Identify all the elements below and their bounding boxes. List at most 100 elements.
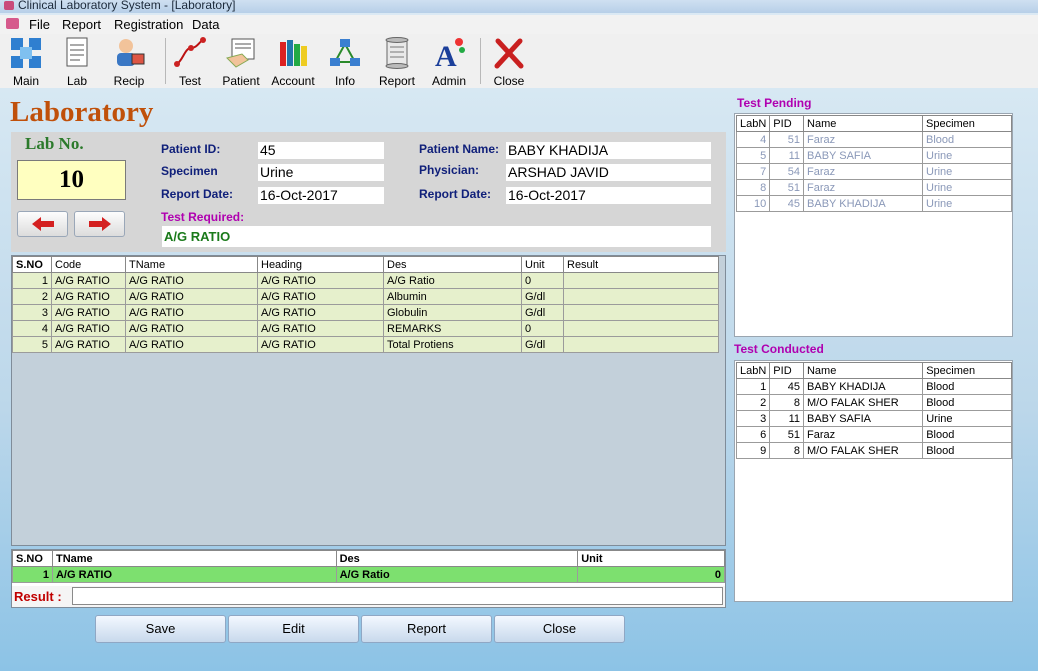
toolbar-recip-button[interactable]: Recip bbox=[105, 36, 153, 88]
table-cell[interactable] bbox=[563, 272, 719, 289]
table-cell[interactable]: A/G RATIO bbox=[125, 320, 258, 337]
table-cell[interactable]: 5 bbox=[735, 147, 771, 164]
specimen-field[interactable]: Urine bbox=[258, 164, 384, 181]
table-cell[interactable]: 8 bbox=[769, 394, 804, 411]
column-header[interactable]: PID bbox=[769, 362, 804, 379]
table-cell[interactable]: 51 bbox=[769, 426, 804, 443]
column-header[interactable]: Unit bbox=[577, 550, 725, 567]
report-date2-field[interactable]: 16-Oct-2017 bbox=[506, 187, 711, 204]
table-cell[interactable]: 9 bbox=[735, 442, 771, 459]
toolbar-patient-button[interactable]: Patient bbox=[217, 36, 265, 88]
column-header[interactable]: S.NO bbox=[12, 256, 52, 273]
test-required-field[interactable]: A/G RATIO bbox=[162, 226, 711, 247]
column-header[interactable]: TName bbox=[51, 550, 337, 567]
table-cell[interactable]: Globulin bbox=[383, 304, 522, 321]
table-row[interactable]: 1 A/G RATIO A/G RATIO A/G RATIO A/G Ratio 0 bbox=[12, 272, 719, 289]
table-row[interactable]: 2 A/G RATIO A/G RATIO A/G RATIO Albumin G/dl bbox=[12, 288, 719, 305]
table-cell[interactable]: Total Protiens bbox=[383, 336, 522, 353]
table-cell[interactable]: Blood bbox=[922, 442, 1012, 459]
toolbar-main-button[interactable]: Main bbox=[2, 36, 50, 88]
table-cell[interactable]: A/G RATIO bbox=[125, 304, 258, 321]
table-cell[interactable]: 0 bbox=[521, 320, 564, 337]
column-header[interactable]: Des bbox=[383, 256, 522, 273]
table-row[interactable]: 3 A/G RATIO A/G RATIO A/G RATIO Globulin G/dl bbox=[12, 304, 719, 321]
column-header[interactable]: Name bbox=[803, 115, 923, 132]
table-cell[interactable]: 1 bbox=[12, 566, 53, 583]
toolbar-admin-button[interactable]: A Admin bbox=[425, 36, 473, 88]
table-row[interactable]: 4 A/G RATIO A/G RATIO A/G RATIO REMARKS 0 bbox=[12, 320, 719, 337]
table-cell[interactable]: 51 bbox=[769, 131, 805, 148]
table-cell[interactable]: A/G RATIO bbox=[51, 320, 126, 337]
table-cell[interactable]: 11 bbox=[769, 147, 805, 164]
table-cell[interactable]: A/G Ratio bbox=[335, 566, 579, 583]
result-input[interactable] bbox=[72, 587, 723, 605]
table-cell[interactable]: Urine bbox=[922, 195, 1012, 212]
report-button[interactable]: Report bbox=[361, 615, 492, 643]
column-header[interactable]: LabN bbox=[735, 115, 771, 132]
table-cell[interactable]: A/G Ratio bbox=[383, 272, 522, 289]
table-cell[interactable]: 1 bbox=[12, 272, 52, 289]
table-cell[interactable]: 4 bbox=[735, 131, 771, 148]
table-cell[interactable]: A/G RATIO bbox=[257, 336, 384, 353]
toolbar-info-button[interactable]: Info bbox=[321, 36, 369, 88]
table-cell[interactable]: A/G RATIO bbox=[51, 304, 126, 321]
table-cell[interactable]: 51 bbox=[769, 179, 805, 196]
table-cell[interactable]: 2 bbox=[12, 288, 52, 305]
table-cell[interactable]: BABY SAFIA bbox=[803, 147, 923, 164]
column-header[interactable]: Code bbox=[51, 256, 126, 273]
table-cell[interactable]: Urine bbox=[922, 163, 1012, 180]
column-header[interactable]: PID bbox=[769, 115, 805, 132]
save-button[interactable]: Save bbox=[95, 615, 226, 643]
toolbar-report-button[interactable]: Report bbox=[373, 36, 421, 88]
table-cell[interactable]: A/G RATIO bbox=[125, 336, 258, 353]
table-cell[interactable]: A/G RATIO bbox=[257, 272, 384, 289]
table-cell[interactable]: Faraz bbox=[803, 163, 923, 180]
patient-id-field[interactable]: 45 bbox=[258, 142, 384, 159]
column-header[interactable]: Specimen bbox=[922, 362, 1012, 379]
menu-report[interactable]: Report bbox=[62, 17, 101, 32]
menu-registration[interactable]: Registration bbox=[114, 17, 183, 32]
table-cell[interactable]: 3 bbox=[735, 410, 771, 427]
table-cell[interactable]: Faraz bbox=[803, 179, 923, 196]
table-cell[interactable]: Faraz bbox=[803, 131, 923, 148]
list-item[interactable]: 2 8 M/O FALAK SHER Blood bbox=[735, 394, 1012, 411]
table-cell[interactable] bbox=[563, 288, 719, 305]
toolbar-lab-button[interactable]: Lab bbox=[53, 36, 101, 88]
close-button[interactable]: Close bbox=[494, 615, 625, 643]
table-cell[interactable]: REMARKS bbox=[383, 320, 522, 337]
table-cell[interactable]: Urine bbox=[922, 147, 1012, 164]
list-item[interactable]: 9 8 M/O FALAK SHER Blood bbox=[735, 442, 1012, 459]
list-item[interactable]: 3 11 BABY SAFIA Urine bbox=[735, 410, 1012, 427]
table-cell[interactable]: A/G RATIO bbox=[125, 288, 258, 305]
table-cell[interactable]: 5 bbox=[12, 336, 52, 353]
table-cell[interactable]: A/G RATIO bbox=[51, 288, 126, 305]
table-cell[interactable]: A/G RATIO bbox=[51, 336, 126, 353]
table-cell[interactable]: Faraz bbox=[802, 426, 924, 443]
table-cell[interactable]: 0 bbox=[521, 272, 564, 289]
table-cell[interactable] bbox=[563, 320, 719, 337]
table-row[interactable]: 5 A/G RATIO A/G RATIO A/G RATIO Total Protie… bbox=[12, 336, 719, 353]
table-cell[interactable]: 45 bbox=[769, 378, 804, 395]
menu-file[interactable]: File bbox=[29, 17, 50, 32]
column-header[interactable]: S.NO bbox=[12, 550, 53, 567]
table-cell[interactable]: BABY SAFIA bbox=[802, 410, 924, 427]
toolbar-account-button[interactable]: Account bbox=[269, 36, 317, 88]
column-header[interactable]: Des bbox=[335, 550, 579, 567]
column-header[interactable]: Heading bbox=[257, 256, 384, 273]
table-cell[interactable]: 6 bbox=[735, 426, 771, 443]
list-item[interactable]: 10 45 BABY KHADIJA Urine bbox=[735, 195, 1012, 212]
table-cell[interactable]: Urine bbox=[922, 179, 1012, 196]
column-header[interactable]: Name bbox=[802, 362, 924, 379]
table-cell[interactable]: 45 bbox=[769, 195, 805, 212]
table-cell[interactable]: 1 bbox=[735, 378, 771, 395]
table-cell[interactable]: M/O FALAK SHER bbox=[802, 394, 924, 411]
menu-app-icon[interactable] bbox=[6, 18, 19, 29]
table-cell[interactable]: 3 bbox=[12, 304, 52, 321]
list-item[interactable]: 6 51 Faraz Blood bbox=[735, 426, 1012, 443]
table-cell[interactable]: 11 bbox=[769, 410, 804, 427]
list-item[interactable]: 4 51 Faraz Blood bbox=[735, 131, 1012, 148]
table-cell[interactable]: Blood bbox=[922, 426, 1012, 443]
table-cell[interactable]: 0 bbox=[577, 566, 725, 583]
column-header[interactable]: TName bbox=[125, 256, 258, 273]
table-cell[interactable]: 10 bbox=[735, 195, 771, 212]
